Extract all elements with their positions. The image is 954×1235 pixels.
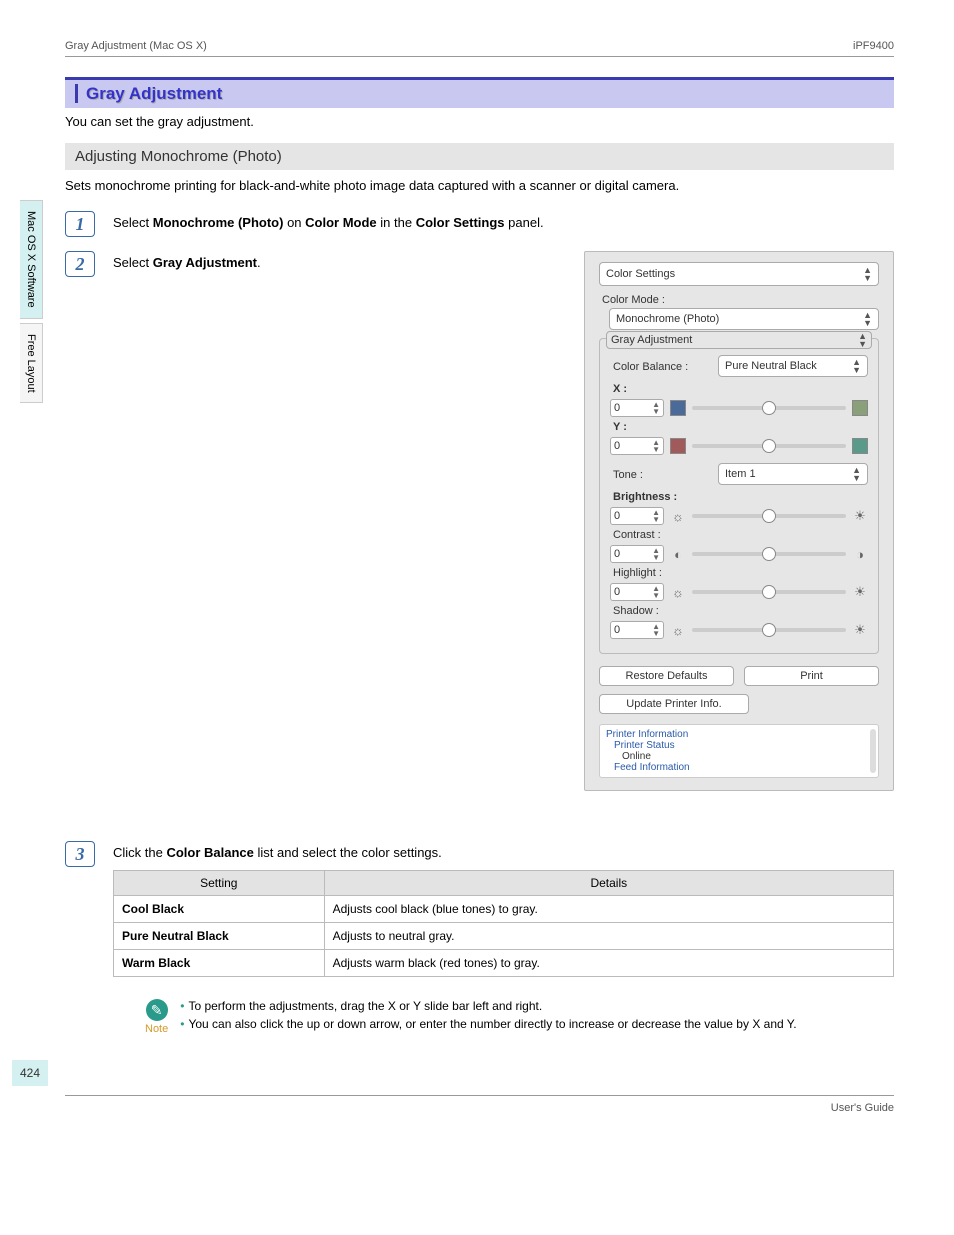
color-mode-label: Color Mode : <box>602 294 879 306</box>
highlight-label: Highlight : <box>613 567 868 579</box>
printer-information: Printer Information <box>606 729 872 740</box>
updown-icon: ▲▼ <box>858 332 867 348</box>
x-slider[interactable] <box>692 406 846 410</box>
color-balance-label: Color Balance : <box>613 361 688 373</box>
page-header: Gray Adjustment (Mac OS X) iPF9400 <box>65 40 894 57</box>
step-2-num: 2 <box>65 251 95 277</box>
step-3-num: 3 <box>65 841 95 867</box>
x-stepper[interactable]: 0▲▼ <box>610 399 664 417</box>
sun-dim-icon: ☼ <box>670 509 686 524</box>
updown-icon: ▲▼ <box>852 466 861 482</box>
side-tab-macosx[interactable]: Mac OS X Software <box>20 200 43 319</box>
step-1: 1 Select Monochrome (Photo) on Color Mod… <box>65 211 894 237</box>
cell-pure-neutral: Pure Neutral Black <box>114 923 325 950</box>
contrast-low-icon: ◐ <box>670 547 686 562</box>
updown-icon: ▲▼ <box>863 311 872 327</box>
subsection-desc: Sets monochrome printing for black-and-w… <box>65 178 894 193</box>
page-number: 424 <box>12 1060 48 1086</box>
shadow-stepper[interactable]: 0▲▼ <box>610 621 664 639</box>
footer: User's Guide <box>65 1095 894 1114</box>
update-printer-info-button[interactable]: Update Printer Info. <box>599 694 749 714</box>
swatch-teal <box>852 438 868 454</box>
panel-dropdown[interactable]: Color Settings▲▼ <box>599 262 879 286</box>
x-label: X : <box>613 383 868 395</box>
step-3: 3 Click the Color Balance list and selec… <box>65 841 894 977</box>
color-balance-select[interactable]: Pure Neutral Black▲▼ <box>718 355 868 377</box>
brightness-stepper[interactable]: 0▲▼ <box>610 507 664 525</box>
header-right: iPF9400 <box>853 40 894 52</box>
step-2: 2 Color Settings▲▼ Color Mode : Monochro… <box>65 251 894 811</box>
header-left: Gray Adjustment (Mac OS X) <box>65 40 207 52</box>
cell-cool-black: Cool Black <box>114 896 325 923</box>
sun-bright-icon: ☀ <box>852 508 868 524</box>
highlight-slider[interactable] <box>692 590 846 594</box>
feed-information: Feed Information <box>606 762 872 773</box>
updown-icon: ▲▼ <box>863 266 872 282</box>
table-row: Warm Black Adjusts warm black (red tones… <box>114 950 894 977</box>
section-title: Gray Adjustment <box>75 84 222 103</box>
swatch-green <box>852 400 868 416</box>
note-word: Note <box>145 1023 168 1035</box>
sun-bright-icon: ☀ <box>852 622 868 638</box>
contrast-label: Contrast : <box>613 529 868 541</box>
cell-warm-black: Warm Black <box>114 950 325 977</box>
contrast-stepper[interactable]: 0▲▼ <box>610 545 664 563</box>
bullet-icon: • <box>180 999 184 1013</box>
highlight-stepper[interactable]: 0▲▼ <box>610 583 664 601</box>
subsection-title: Adjusting Monochrome (Photo) <box>65 143 894 170</box>
step-3-text: Click the Color Balance list and select … <box>113 841 894 860</box>
th-details: Details <box>324 871 893 896</box>
color-settings-panel: Color Settings▲▼ Color Mode : Monochrome… <box>584 251 894 791</box>
brightness-slider[interactable] <box>692 514 846 518</box>
printer-status: Printer Status <box>606 740 872 751</box>
shadow-slider[interactable] <box>692 628 846 632</box>
side-tab-freelayout[interactable]: Free Layout <box>20 323 43 404</box>
step-1-text: Select Monochrome (Photo) on Color Mode … <box>113 211 544 230</box>
cell-warm-black-desc: Adjusts warm black (red tones) to gray. <box>324 950 893 977</box>
shadow-label: Shadow : <box>613 605 868 617</box>
tone-select[interactable]: Item 1▲▼ <box>718 463 868 485</box>
y-slider[interactable] <box>692 444 846 448</box>
gray-adjustment-select[interactable]: Gray Adjustment▲▼ <box>606 331 872 349</box>
section-intro: You can set the gray adjustment. <box>65 114 894 129</box>
note-icon: ✎ <box>146 999 168 1021</box>
updown-icon: ▲▼ <box>852 358 861 374</box>
color-mode-select[interactable]: Monochrome (Photo)▲▼ <box>609 308 879 330</box>
table-row: Cool Black Adjusts cool black (blue tone… <box>114 896 894 923</box>
swatch-blue <box>670 400 686 416</box>
note-block: ✎ Note •To perform the adjustments, drag… <box>145 999 894 1035</box>
gray-adjustment-group: Gray Adjustment▲▼ Color Balance : Pure N… <box>599 338 879 654</box>
cell-pure-neutral-desc: Adjusts to neutral gray. <box>324 923 893 950</box>
tone-label: Tone : <box>613 469 643 481</box>
color-balance-table: Setting Details Cool Black Adjusts cool … <box>113 870 894 977</box>
note-list: •To perform the adjustments, drag the X … <box>180 999 796 1035</box>
print-button[interactable]: Print <box>744 666 879 686</box>
printer-online: Online <box>606 751 872 762</box>
step-1-num: 1 <box>65 211 95 237</box>
bullet-icon: • <box>180 1017 184 1031</box>
y-stepper[interactable]: 0▲▼ <box>610 437 664 455</box>
side-tabs: Mac OS X Software Free Layout <box>20 200 48 407</box>
brightness-label: Brightness : <box>613 491 868 503</box>
sun-dim-icon: ☼ <box>670 623 686 638</box>
scrollbar[interactable] <box>870 729 876 773</box>
restore-defaults-button[interactable]: Restore Defaults <box>599 666 734 686</box>
sun-dim-icon: ☼ <box>670 585 686 600</box>
table-row: Pure Neutral Black Adjusts to neutral gr… <box>114 923 894 950</box>
section-title-bar: Gray Adjustment <box>65 77 894 108</box>
table-header-row: Setting Details <box>114 871 894 896</box>
contrast-slider[interactable] <box>692 552 846 556</box>
printer-info-box: Printer Information Printer Status Onlin… <box>599 724 879 778</box>
swatch-red <box>670 438 686 454</box>
y-label: Y : <box>613 421 868 433</box>
contrast-high-icon: ◑ <box>852 547 868 562</box>
cell-cool-black-desc: Adjusts cool black (blue tones) to gray. <box>324 896 893 923</box>
sun-bright-icon: ☀ <box>852 584 868 600</box>
note-label: ✎ Note <box>145 999 168 1035</box>
th-setting: Setting <box>114 871 325 896</box>
